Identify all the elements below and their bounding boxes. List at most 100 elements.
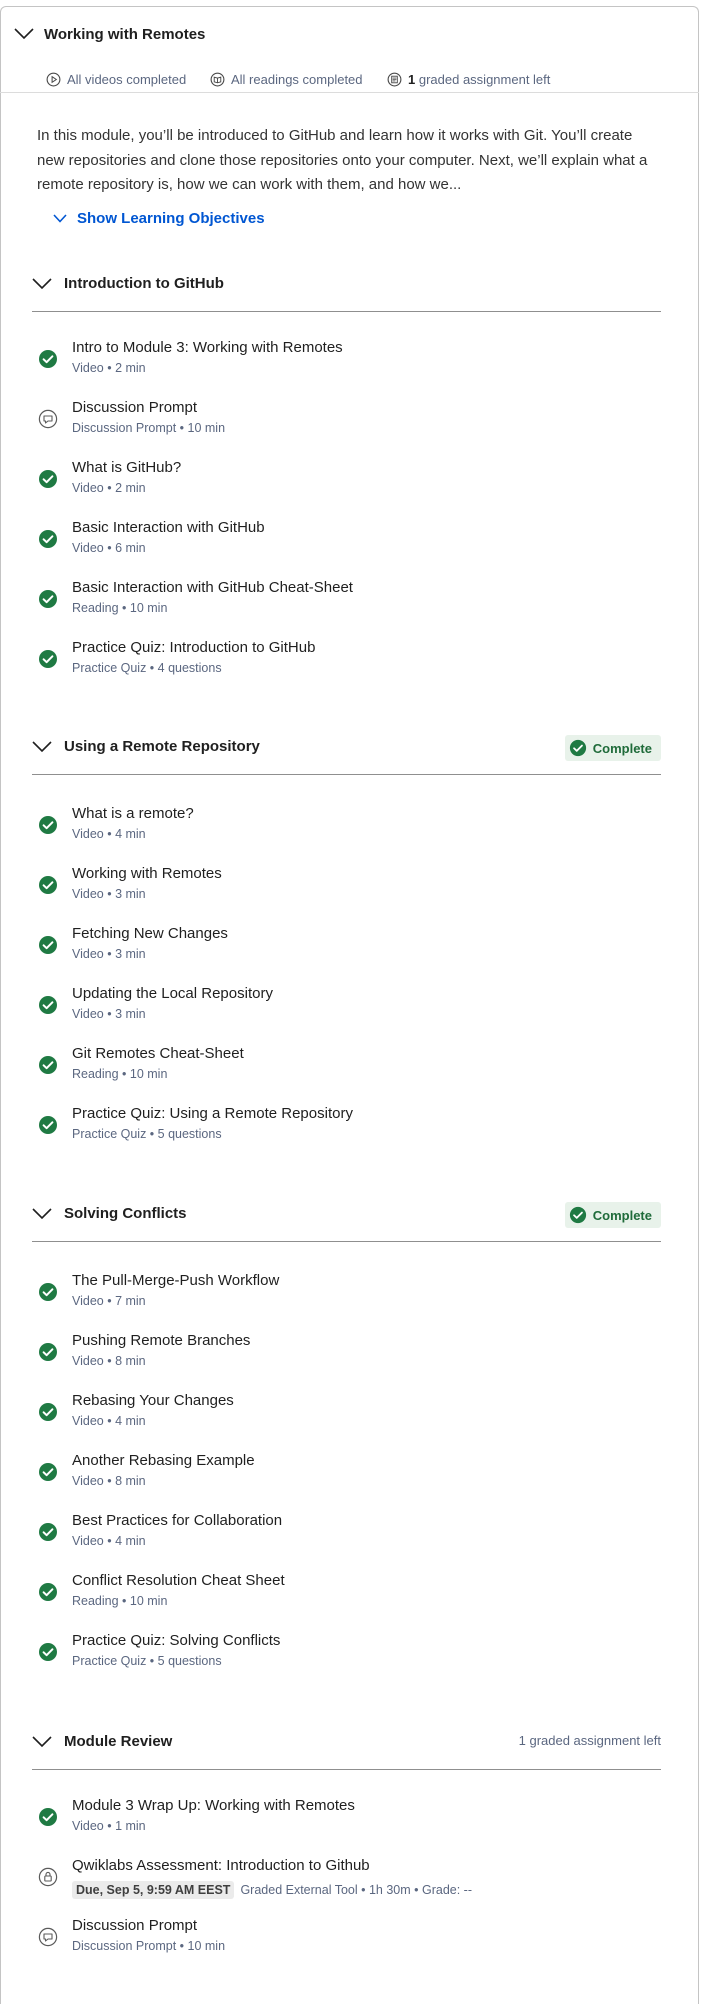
lesson-title[interactable]: The Pull-Merge-Push Workflow xyxy=(72,1272,279,1289)
module-header[interactable]: Working with Remotes All videos complete… xyxy=(0,0,699,93)
lesson-item[interactable]: Working with Remotes Video • 3 min xyxy=(38,865,658,915)
section-header[interactable]: Introduction to GitHub xyxy=(32,265,661,312)
complete-badge: Complete xyxy=(564,1202,661,1228)
lesson-meta: Video • 2 min xyxy=(72,361,146,375)
check-icon xyxy=(39,1463,57,1481)
lesson-item[interactable]: Practice Quiz: Using a Remote Repository… xyxy=(38,1105,658,1155)
chevron-down-icon[interactable] xyxy=(14,28,34,40)
show-learning-objectives-link[interactable]: Show Learning Objectives xyxy=(53,210,265,227)
lesson-meta: Video • 4 min xyxy=(72,1534,146,1548)
lesson-title[interactable]: Intro to Module 3: Working with Remotes xyxy=(72,339,343,356)
lesson-item[interactable]: What is GitHub? Video • 2 min xyxy=(38,459,658,509)
lesson-item[interactable]: Practice Quiz: Solving Conflicts Practice… xyxy=(38,1632,658,1682)
lesson-meta: Video • 4 min xyxy=(72,1414,146,1428)
section-divider xyxy=(32,1769,661,1770)
lesson-meta: Discussion Prompt • 10 min xyxy=(72,421,225,435)
lesson-meta-text: Video • 3 min xyxy=(72,947,146,961)
lesson-title[interactable]: Conflict Resolution Cheat Sheet xyxy=(72,1572,285,1589)
lesson-meta-text: Video • 3 min xyxy=(72,1007,146,1021)
graded-assignments-left: 1 graded assignment left xyxy=(518,1733,661,1748)
lesson-meta: Video • 8 min xyxy=(72,1354,146,1368)
section-title: Solving Conflicts xyxy=(64,1205,187,1222)
lesson-meta-text: Video • 7 min xyxy=(72,1294,146,1308)
lesson-meta-text: Video • 2 min xyxy=(72,361,146,375)
lesson-meta: Video • 2 min xyxy=(72,481,146,495)
lesson-item[interactable]: Intro to Module 3: Working with Remotes V… xyxy=(38,339,658,389)
lesson-meta-text: Video • 2 min xyxy=(72,481,146,495)
lesson-meta-text: Video • 4 min xyxy=(72,1534,146,1548)
lesson-item[interactable]: Qwiklabs Assessment: Introduction to Git… xyxy=(38,1857,658,1907)
lesson-title[interactable]: Qwiklabs Assessment: Introduction to Git… xyxy=(72,1857,370,1874)
lesson-meta: Reading • 10 min xyxy=(72,1594,167,1608)
lesson-item[interactable]: Basic Interaction with GitHub Cheat-Shee… xyxy=(38,579,658,629)
videos-status-text: All videos completed xyxy=(67,72,187,87)
readings-status-text: All readings completed xyxy=(231,72,363,87)
chevron-down-icon[interactable] xyxy=(32,1736,52,1748)
lesson-meta-text: Practice Quiz • 5 questions xyxy=(72,1654,222,1668)
lesson-meta-text: Discussion Prompt • 10 min xyxy=(72,421,226,435)
lesson-item[interactable]: Another Rebasing Example Video • 8 min xyxy=(38,1452,658,1502)
complete-badge-label: Complete xyxy=(592,1207,652,1223)
check-icon xyxy=(39,1283,57,1301)
lesson-item[interactable]: The Pull-Merge-Push Workflow Video • 7 mi… xyxy=(38,1272,658,1322)
lesson-title[interactable]: Discussion Prompt xyxy=(72,399,197,416)
section-header[interactable]: Module Review 1 graded assignment left xyxy=(32,1723,661,1770)
lesson-title[interactable]: Updating the Local Repository xyxy=(72,985,273,1002)
lesson-title[interactable]: Practice Quiz: Solving Conflicts xyxy=(72,1632,280,1649)
section-header[interactable]: Using a Remote Repository Complete xyxy=(32,728,661,775)
lesson-title[interactable]: Pushing Remote Branches xyxy=(72,1332,250,1349)
lesson-item[interactable]: Fetching New Changes Video • 3 min xyxy=(38,925,658,975)
lesson-meta: Video • 1 min xyxy=(72,1819,146,1833)
lesson-meta-text: Video • 1 min xyxy=(72,1819,146,1833)
lesson-item[interactable]: Git Remotes Cheat-Sheet Reading • 10 min xyxy=(38,1045,658,1095)
lesson-item[interactable]: Module 3 Wrap Up: Working with Remotes Vi… xyxy=(38,1797,658,1847)
lesson-item[interactable]: Practice Quiz: Introduction to GitHub Pra… xyxy=(38,639,658,689)
check-icon xyxy=(39,1808,57,1826)
chevron-down-icon[interactable] xyxy=(32,1208,52,1220)
lesson-item[interactable]: What is a remote? Video • 4 min xyxy=(38,805,658,855)
lesson-meta-text: Discussion Prompt • 10 min xyxy=(72,1939,226,1953)
lesson-title[interactable]: Discussion Prompt xyxy=(72,1917,197,1934)
section-divider xyxy=(32,774,661,775)
lesson-meta-text: Reading • 10 min xyxy=(72,601,168,615)
lesson-title[interactable]: Git Remotes Cheat-Sheet xyxy=(72,1045,244,1062)
check-icon xyxy=(39,996,57,1014)
lesson-item[interactable]: Best Practices for Collaboration Video • … xyxy=(38,1512,658,1562)
book-icon xyxy=(210,72,225,87)
lesson-meta-text: Reading • 10 min xyxy=(72,1594,168,1608)
lesson-title[interactable]: Fetching New Changes xyxy=(72,925,228,942)
section-header[interactable]: Solving Conflicts Complete xyxy=(32,1195,661,1242)
due-date-chip: Due, Sep 5, 9:59 AM EEST xyxy=(72,1881,235,1899)
lesson-meta: Practice Quiz • 5 questions xyxy=(72,1127,222,1141)
lesson-item[interactable]: Pushing Remote Branches Video • 8 min xyxy=(38,1332,658,1382)
lesson-title[interactable]: Working with Remotes xyxy=(72,865,222,882)
lesson-meta-text: Practice Quiz • 4 questions xyxy=(72,661,222,675)
lesson-item[interactable]: Conflict Resolution Cheat Sheet Reading •… xyxy=(38,1572,658,1622)
lesson-title[interactable]: Basic Interaction with GitHub Cheat-Shee… xyxy=(72,579,353,596)
lesson-title[interactable]: Module 3 Wrap Up: Working with Remotes xyxy=(72,1797,355,1814)
lesson-title[interactable]: Rebasing Your Changes xyxy=(72,1392,234,1409)
lesson-item[interactable]: Discussion Prompt Discussion Prompt • 10 … xyxy=(38,1917,658,1967)
lesson-item[interactable]: Discussion Prompt Discussion Prompt • 10 … xyxy=(38,399,658,449)
lesson-meta-text: Video • 4 min xyxy=(72,827,146,841)
videos-status: All videos completed xyxy=(46,72,186,87)
lesson-item[interactable]: Basic Interaction with GitHub Video • 6 m… xyxy=(38,519,658,569)
chevron-down-icon[interactable] xyxy=(32,741,52,753)
lesson-item[interactable]: Updating the Local Repository Video • 3 m… xyxy=(38,985,658,1035)
graded-status: 1 graded assignment left xyxy=(387,72,550,87)
chevron-down-icon[interactable] xyxy=(32,278,52,290)
lesson-title[interactable]: What is a remote? xyxy=(72,805,194,822)
play-circle-icon xyxy=(46,72,61,87)
lesson-title[interactable]: Another Rebasing Example xyxy=(72,1452,255,1469)
lesson-meta: Video • 7 min xyxy=(72,1294,146,1308)
lesson-meta: Discussion Prompt • 10 min xyxy=(72,1939,225,1953)
lesson-title[interactable]: Practice Quiz: Introduction to GitHub xyxy=(72,639,315,656)
lesson-title[interactable]: Basic Interaction with GitHub xyxy=(72,519,265,536)
lesson-title[interactable]: Practice Quiz: Using a Remote Repository xyxy=(72,1105,353,1122)
lesson-meta-text: Video • 3 min xyxy=(72,887,146,901)
lesson-meta: Video • 6 min xyxy=(72,541,146,555)
lesson-title[interactable]: Best Practices for Collaboration xyxy=(72,1512,282,1529)
lesson-meta-text: Video • 6 min xyxy=(72,541,146,555)
lesson-item[interactable]: Rebasing Your Changes Video • 4 min xyxy=(38,1392,658,1442)
lesson-title[interactable]: What is GitHub? xyxy=(72,459,181,476)
